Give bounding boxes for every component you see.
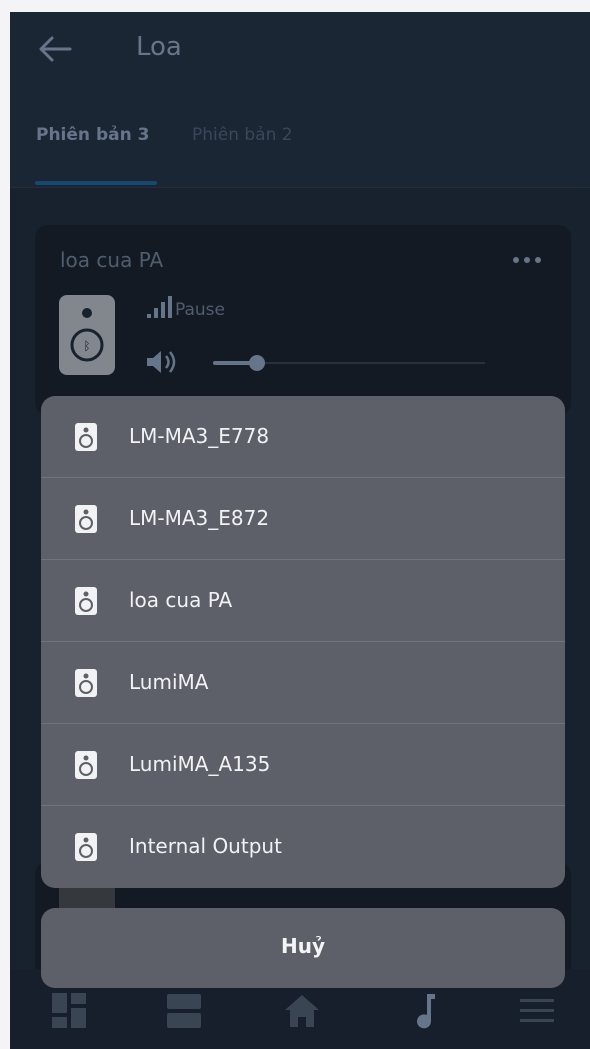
speaker-icon: [75, 833, 97, 861]
speaker-option[interactable]: LM-MA3_E872: [41, 478, 565, 560]
speaker-option-label: LumiMA_A135: [129, 752, 271, 776]
speaker-option-label: loa cua PA: [129, 588, 233, 612]
speaker-icon: [75, 751, 97, 779]
speaker-picker-sheet: LM-MA3_E778 LM-MA3_E872 loa cua PA LumiM…: [41, 396, 565, 888]
speaker-option-label: LumiMA: [129, 670, 209, 694]
speaker-option-label: Internal Output: [129, 834, 282, 858]
speaker-option[interactable]: LM-MA3_E778: [41, 396, 565, 478]
speaker-option-label: LM-MA3_E778: [129, 424, 270, 448]
speaker-icon: [75, 587, 97, 615]
speaker-icon: [75, 505, 97, 533]
speaker-option-label: LM-MA3_E872: [129, 506, 270, 530]
speaker-option[interactable]: loa cua PA: [41, 560, 565, 642]
speaker-option[interactable]: LumiMA: [41, 642, 565, 724]
cancel-button-label: Huỷ: [280, 934, 325, 958]
speaker-option[interactable]: LumiMA_A135: [41, 724, 565, 806]
cancel-button[interactable]: Huỷ: [41, 908, 565, 988]
speaker-icon: [75, 669, 97, 697]
speaker-icon: [75, 423, 97, 451]
speaker-option[interactable]: Internal Output: [41, 806, 565, 888]
